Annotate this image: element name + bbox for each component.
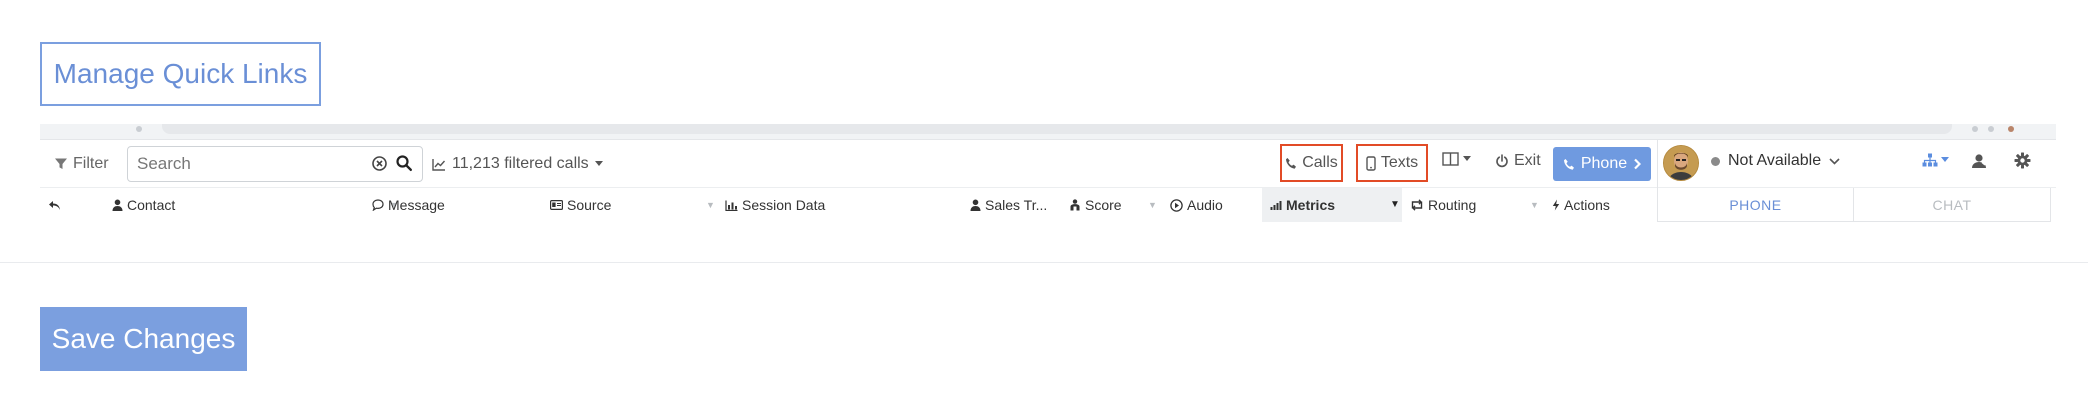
texts-button[interactable]: Texts bbox=[1356, 144, 1428, 182]
reply-arrow-icon bbox=[49, 200, 60, 210]
browser-dot-icon bbox=[136, 126, 142, 132]
exit-button[interactable]: Exit bbox=[1495, 152, 1541, 170]
sitemap-icon bbox=[1922, 153, 1938, 167]
user-headset-icon bbox=[1972, 154, 1986, 168]
filter-button[interactable]: Filter bbox=[54, 152, 109, 176]
play-circle-icon bbox=[1170, 198, 1183, 212]
tab-phone[interactable]: PHONE bbox=[1658, 188, 1854, 222]
call-log-toolbar: Filter 11,213 filtered calls Calls Texts bbox=[40, 140, 2056, 188]
avatar[interactable] bbox=[1663, 145, 1699, 181]
sort-caret-icon[interactable]: ▼ bbox=[706, 200, 715, 210]
search-input[interactable] bbox=[128, 147, 368, 181]
column-header-label: Contact bbox=[127, 197, 176, 213]
signal-bars-icon bbox=[1270, 201, 1282, 210]
column-header-routing[interactable]: Routing ▼ bbox=[1410, 188, 1539, 222]
column-header-source[interactable]: Source ▼ bbox=[550, 188, 715, 222]
columns-icon bbox=[1442, 152, 1459, 166]
chevron-down-icon bbox=[1829, 157, 1840, 165]
column-header-audio[interactable]: Audio bbox=[1170, 188, 1223, 222]
funnel-icon bbox=[55, 158, 67, 169]
column-header-label: Routing bbox=[1428, 197, 1477, 213]
column-header-label: Sales Tr... bbox=[985, 197, 1048, 213]
chevron-right-icon bbox=[1634, 158, 1642, 170]
tab-chat[interactable]: CHAT bbox=[1854, 188, 2051, 222]
column-header-metrics[interactable]: Metrics ▼ bbox=[1262, 188, 1402, 222]
clear-search-icon[interactable] bbox=[371, 155, 388, 172]
retweet-icon bbox=[1411, 199, 1423, 211]
columns-dropdown[interactable] bbox=[1442, 152, 1471, 166]
caret-down-icon bbox=[594, 161, 603, 166]
browser-strip bbox=[40, 124, 2056, 140]
section-divider bbox=[0, 262, 2088, 263]
column-header-label: Session Data bbox=[742, 197, 826, 213]
mobile-phone-icon bbox=[1366, 155, 1376, 171]
availability-status-label: Not Available bbox=[1728, 152, 1822, 169]
calls-label: Calls bbox=[1302, 154, 1338, 171]
exit-label: Exit bbox=[1514, 152, 1541, 169]
id-card-icon bbox=[550, 200, 563, 210]
user-icon bbox=[970, 199, 981, 211]
phone-button[interactable]: Phone bbox=[1553, 147, 1651, 181]
texts-label: Texts bbox=[1380, 154, 1419, 171]
toolbar-divider bbox=[1657, 140, 1658, 188]
speech-bubble-icon bbox=[372, 199, 384, 211]
column-header-sales-tracking[interactable]: Sales Tr... bbox=[970, 188, 1047, 222]
toolbar-screenshot: Filter 11,213 filtered calls Calls Texts bbox=[40, 124, 2056, 222]
filtered-calls-label: 11,213 filtered calls bbox=[452, 155, 589, 172]
status-dot-icon bbox=[1711, 156, 1720, 166]
gear-icon bbox=[2014, 152, 2031, 169]
column-header-label: Score bbox=[1085, 197, 1122, 213]
column-header-label: Audio bbox=[1187, 197, 1223, 213]
column-header-contact[interactable]: Contact ▼ bbox=[112, 188, 399, 222]
browser-avatar-icon bbox=[2008, 126, 2014, 132]
filtered-calls-dropdown[interactable]: 11,213 filtered calls bbox=[432, 152, 603, 176]
column-header-label: Actions bbox=[1564, 197, 1610, 213]
phone-icon bbox=[1286, 157, 1297, 169]
column-header-label: Source bbox=[567, 197, 612, 213]
calls-button[interactable]: Calls bbox=[1280, 144, 1343, 182]
agent-button[interactable] bbox=[1971, 152, 1988, 169]
column-header-label: Metrics bbox=[1286, 197, 1336, 213]
save-changes-button[interactable]: Save Changes bbox=[40, 307, 247, 371]
call-table-header: Contact ▼ Message Source ▼ Session Data … bbox=[40, 188, 1657, 222]
manage-quick-links-button[interactable]: Manage Quick Links bbox=[40, 42, 321, 106]
column-header-actions[interactable]: Actions bbox=[1552, 188, 1610, 222]
tab-label: CHAT bbox=[1932, 196, 1972, 213]
org-chart-dropdown[interactable] bbox=[1922, 153, 1949, 167]
sort-caret-icon[interactable]: ▼ bbox=[1148, 200, 1157, 210]
phone-icon bbox=[1563, 158, 1574, 170]
channel-tabs: PHONE CHAT bbox=[1657, 188, 2056, 222]
caret-down-icon bbox=[1941, 157, 1949, 162]
user-photo-icon bbox=[1664, 146, 1698, 180]
power-icon bbox=[1496, 154, 1508, 168]
browser-dot-icon bbox=[1988, 126, 1994, 132]
sort-caret-icon[interactable]: ▼ bbox=[1390, 199, 1400, 210]
column-header-score[interactable]: Score ▼ bbox=[1069, 188, 1157, 222]
phone-label: Phone bbox=[1580, 155, 1628, 172]
score-icon bbox=[1070, 199, 1080, 211]
search-box bbox=[127, 146, 423, 182]
search-icon[interactable] bbox=[395, 154, 413, 172]
column-header-session-data[interactable]: Session Data bbox=[725, 188, 825, 222]
url-bar bbox=[162, 124, 1952, 134]
column-header-label: Message bbox=[388, 197, 445, 213]
browser-dot-icon bbox=[1972, 126, 1978, 132]
line-chart-icon bbox=[432, 158, 446, 171]
availability-status-dropdown[interactable]: Not Available bbox=[1711, 152, 1840, 170]
back-button[interactable] bbox=[48, 188, 61, 222]
sort-caret-icon[interactable]: ▼ bbox=[1530, 200, 1539, 210]
column-header-message[interactable]: Message bbox=[372, 188, 445, 222]
user-icon bbox=[112, 199, 123, 211]
tab-label: PHONE bbox=[1729, 196, 1782, 213]
settings-button[interactable] bbox=[2014, 152, 2031, 169]
chart-icon bbox=[725, 200, 738, 211]
bolt-icon bbox=[1552, 199, 1560, 211]
filter-label: Filter bbox=[73, 155, 109, 172]
caret-down-icon bbox=[1463, 156, 1471, 161]
